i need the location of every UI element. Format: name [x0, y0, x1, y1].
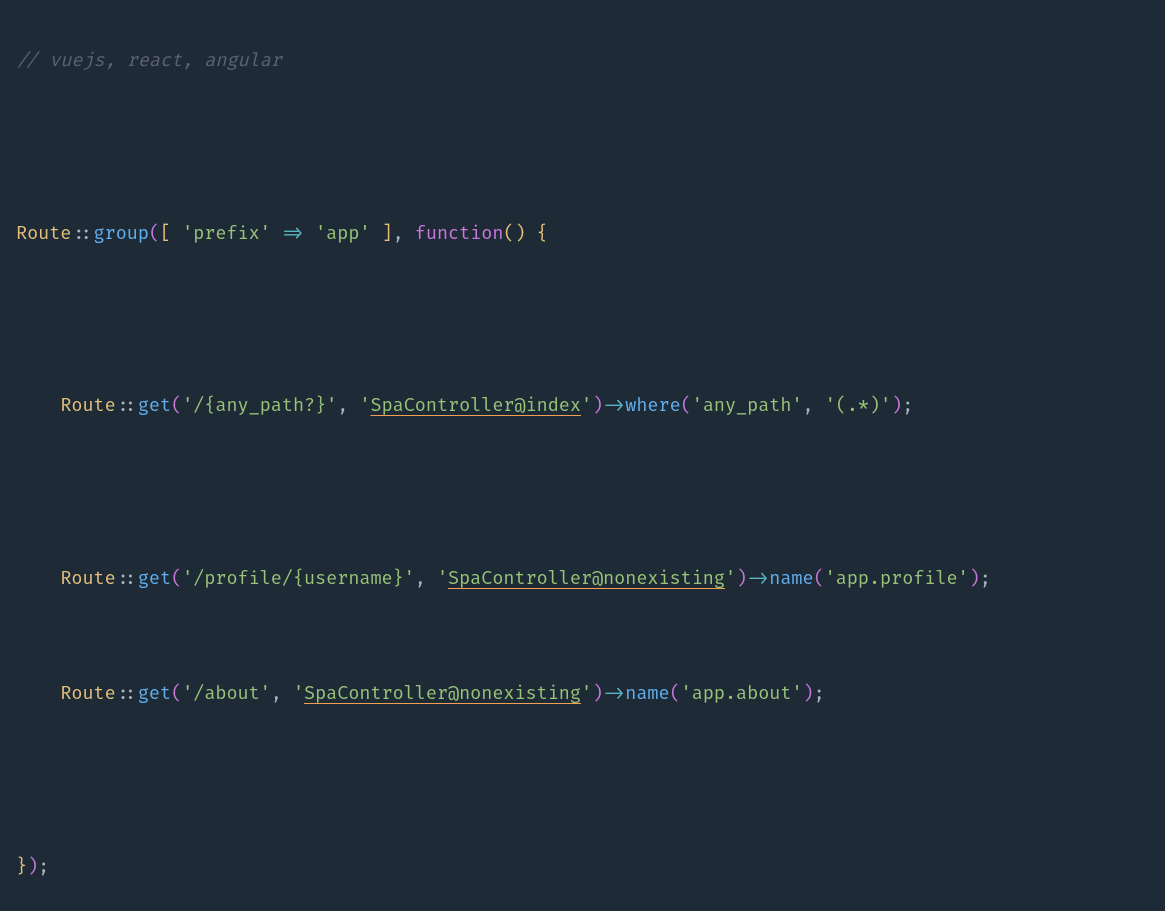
- scope-operator: ::: [116, 682, 138, 705]
- group-method: group: [94, 222, 149, 245]
- paren-close: ): [891, 394, 902, 417]
- semicolon: ;: [980, 567, 991, 590]
- paren-open: (: [814, 567, 825, 590]
- paren-open: (: [670, 682, 681, 705]
- scope-operator: ::: [116, 567, 138, 590]
- get-method: get: [138, 567, 171, 590]
- arrow-op: ->: [603, 394, 625, 417]
- arrow-op: ->: [747, 567, 769, 590]
- paren-close: ): [803, 682, 814, 705]
- where-method: where: [625, 394, 680, 417]
- controller-arg: SpaController@index: [371, 394, 581, 417]
- path-arg: '/profile/{username}': [182, 567, 415, 590]
- where-key: 'any_path': [692, 394, 803, 417]
- paren-open: (: [681, 394, 692, 417]
- paren-open: (: [171, 567, 182, 590]
- paren-open: (: [171, 682, 182, 705]
- comma: ,: [271, 682, 293, 705]
- quote: ': [581, 394, 592, 417]
- quote: ': [293, 682, 304, 705]
- scope-operator: ::: [71, 222, 93, 245]
- quote: ': [359, 394, 370, 417]
- comma: ,: [803, 394, 825, 417]
- route-class: Route: [60, 682, 115, 705]
- path-arg: '/about': [182, 682, 271, 705]
- quote: ': [725, 567, 736, 590]
- comma: ,: [415, 567, 437, 590]
- paren-open: (: [171, 394, 182, 417]
- route-class: Route: [16, 222, 71, 245]
- route-class: Route: [60, 394, 115, 417]
- bracket-open: [: [160, 222, 182, 245]
- route-name-arg: 'app.profile': [825, 567, 969, 590]
- paren-close: ): [27, 855, 38, 878]
- brace-open: {: [526, 222, 548, 245]
- paren-close: ): [592, 682, 603, 705]
- paren-open: (: [149, 222, 160, 245]
- arrow-op: ->: [603, 682, 625, 705]
- function-keyword: function: [415, 222, 504, 245]
- paren-close: ): [592, 394, 603, 417]
- fn-parens: (): [503, 222, 525, 245]
- route-name-arg: 'app.about': [681, 682, 803, 705]
- semicolon: ;: [38, 855, 49, 878]
- app-value: 'app': [315, 222, 370, 245]
- brace-close: }: [16, 855, 27, 878]
- code-editor[interactable]: // vuejs, react, angular Route::group([ …: [16, 18, 1149, 911]
- semicolon: ;: [814, 682, 825, 705]
- get-method: get: [138, 394, 171, 417]
- name-method: name: [769, 567, 813, 590]
- bracket-close: ]: [371, 222, 393, 245]
- paren-close: ): [969, 567, 980, 590]
- arrow-op: =>: [271, 222, 315, 245]
- controller-arg: SpaController@nonexisting: [448, 567, 725, 590]
- comma: ,: [393, 222, 415, 245]
- prefix-key: 'prefix': [182, 222, 271, 245]
- regex-arg: '(.*)': [825, 394, 891, 417]
- get-method: get: [138, 682, 171, 705]
- comment-line: // vuejs, react, angular: [16, 49, 282, 72]
- path-arg: '/{any_path?}': [182, 394, 337, 417]
- paren-close: ): [736, 567, 747, 590]
- quote: ': [437, 567, 448, 590]
- name-method: name: [625, 682, 669, 705]
- route-class: Route: [60, 567, 115, 590]
- controller-arg: SpaController@nonexisting: [304, 682, 581, 705]
- semicolon: ;: [902, 394, 913, 417]
- scope-operator: ::: [116, 394, 138, 417]
- quote: ': [581, 682, 592, 705]
- comma: ,: [337, 394, 359, 417]
